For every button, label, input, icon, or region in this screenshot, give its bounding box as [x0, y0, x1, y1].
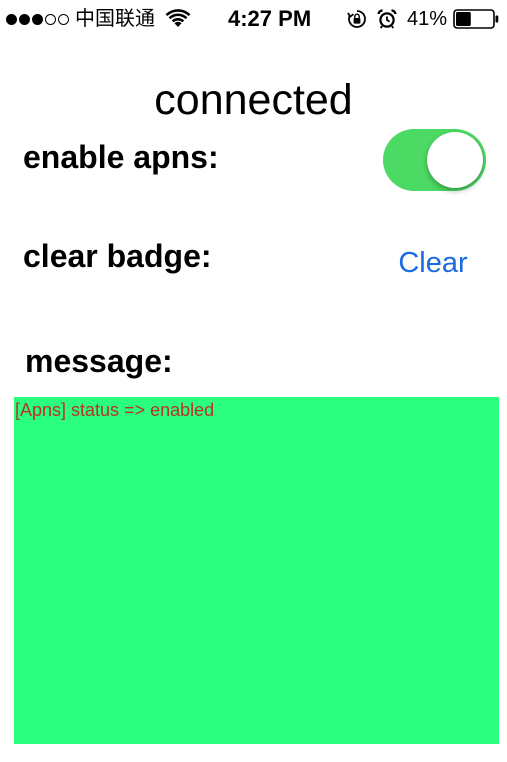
toggle-knob[interactable] — [427, 132, 483, 188]
battery-fill — [456, 12, 471, 26]
clear-badge-button[interactable]: Clear — [390, 244, 476, 282]
status-left: 中国联通 — [6, 7, 191, 31]
message-log[interactable]: [Apns] status => enabled — [14, 397, 499, 744]
wifi-icon — [165, 9, 191, 27]
signal-dot — [45, 13, 56, 25]
status-time: 4:27 PM — [228, 6, 312, 31]
status-right: 41% — [347, 6, 499, 32]
battery-percentage: 41% — [406, 8, 447, 30]
carrier-name: 中国联通 — [75, 8, 155, 30]
cellular-signal-icon — [6, 13, 69, 25]
enable-apns-label: enable apns: — [23, 139, 219, 175]
status-bar: 中国联通 4:27 PM 41% — [0, 0, 507, 36]
signal-dot — [58, 13, 69, 25]
signal-dot — [19, 13, 30, 25]
orientation-lock-icon — [347, 10, 366, 28]
battery-icon — [453, 9, 499, 29]
enable-apns-toggle[interactable] — [383, 129, 486, 191]
signal-dot — [32, 13, 43, 25]
message-label: message: — [25, 343, 173, 379]
alarm-icon — [377, 9, 397, 29]
clear-badge-label: clear badge: — [23, 238, 212, 274]
page-title: connected — [154, 75, 353, 124]
signal-dot — [6, 13, 17, 25]
